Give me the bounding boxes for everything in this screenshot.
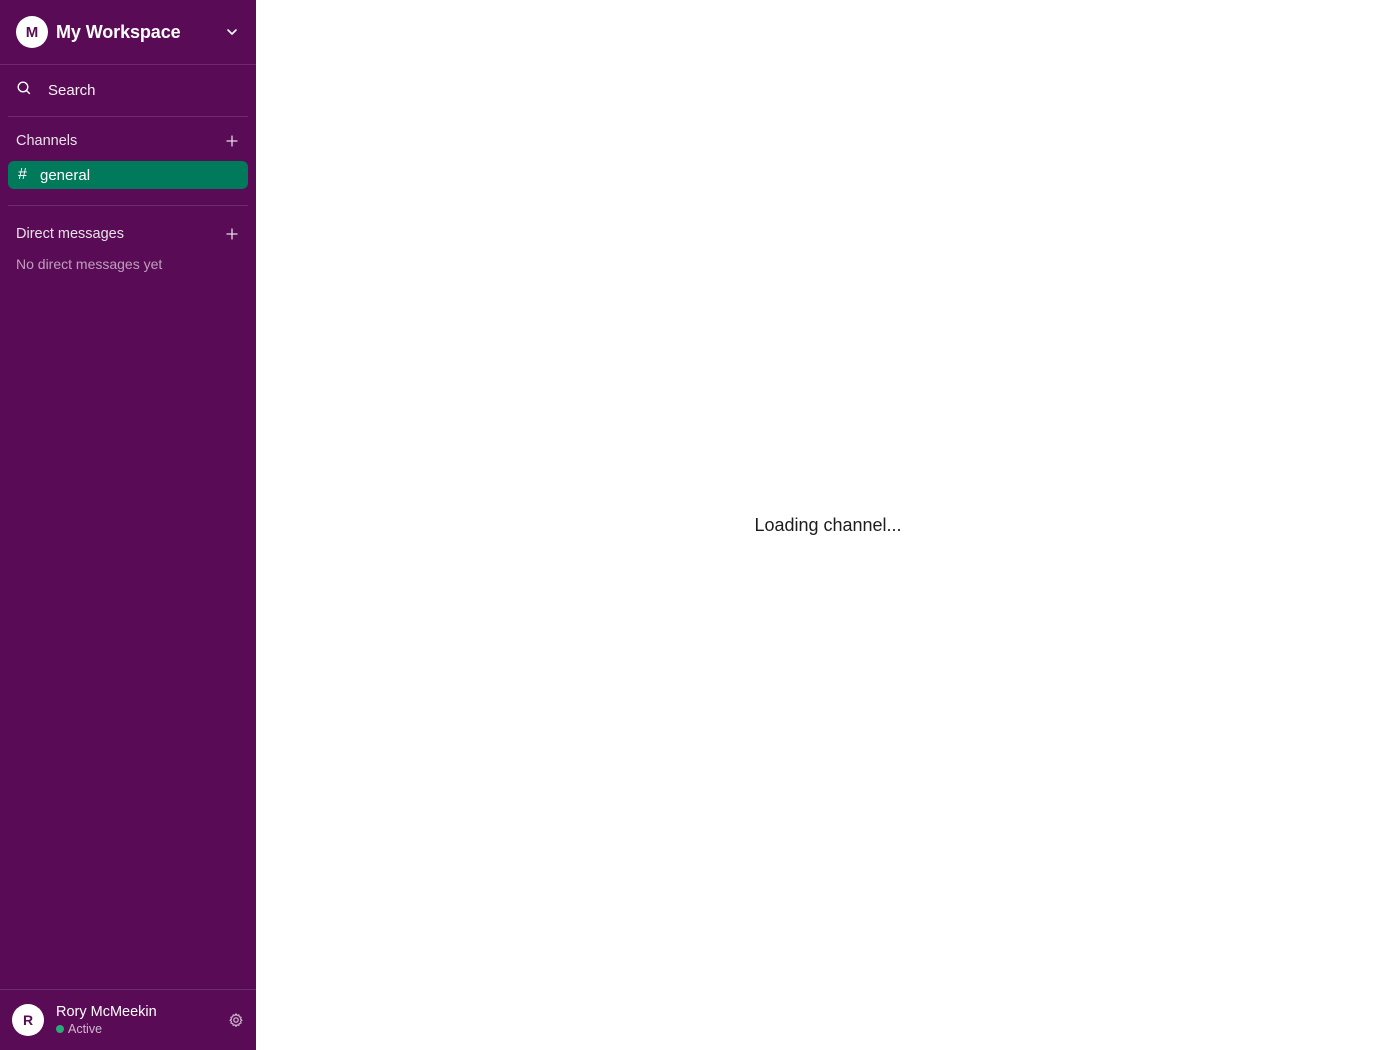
workspace-header[interactable]: M My Workspace (0, 0, 256, 65)
channels-title[interactable]: Channels (16, 133, 77, 149)
plus-icon (226, 228, 238, 240)
dm-section-header: Direct messages (0, 216, 256, 252)
hash-icon: # (18, 166, 27, 183)
user-footer: R Rory McMeekin Active (0, 989, 256, 1050)
dm-empty-text: No direct messages yet (16, 256, 163, 272)
channel-item-general[interactable]: # general (8, 161, 248, 189)
dm-title[interactable]: Direct messages (16, 226, 124, 242)
search-icon (16, 80, 32, 101)
search-label: Search (48, 82, 96, 99)
loading-text: Loading channel... (754, 514, 902, 535)
chevron-down-icon[interactable] (224, 24, 240, 40)
channels-section-header: Channels (0, 123, 256, 159)
workspace-avatar: M (16, 16, 48, 48)
workspace-name: My Workspace (56, 21, 181, 42)
search-button[interactable]: Search (8, 65, 248, 117)
add-dm-button[interactable] (224, 226, 240, 242)
sidebar: M My Workspace Search Channels # general… (0, 0, 256, 1050)
app-root: M My Workspace Search Channels # general… (0, 0, 1400, 1050)
user-name: Rory McMeekin (56, 1004, 157, 1020)
main-content: Loading channel... (256, 0, 1400, 1050)
status-dot-icon (56, 1025, 64, 1033)
user-avatar[interactable]: R (12, 1004, 44, 1036)
status-text: Active (68, 1022, 103, 1036)
gear-icon[interactable] (228, 1012, 244, 1028)
plus-icon (226, 135, 238, 147)
add-channel-button[interactable] (224, 133, 240, 149)
user-status: Active (56, 1022, 228, 1036)
channel-name: general (40, 166, 91, 184)
sidebar-divider (8, 205, 248, 206)
user-info: Rory McMeekin Active (56, 1004, 228, 1036)
